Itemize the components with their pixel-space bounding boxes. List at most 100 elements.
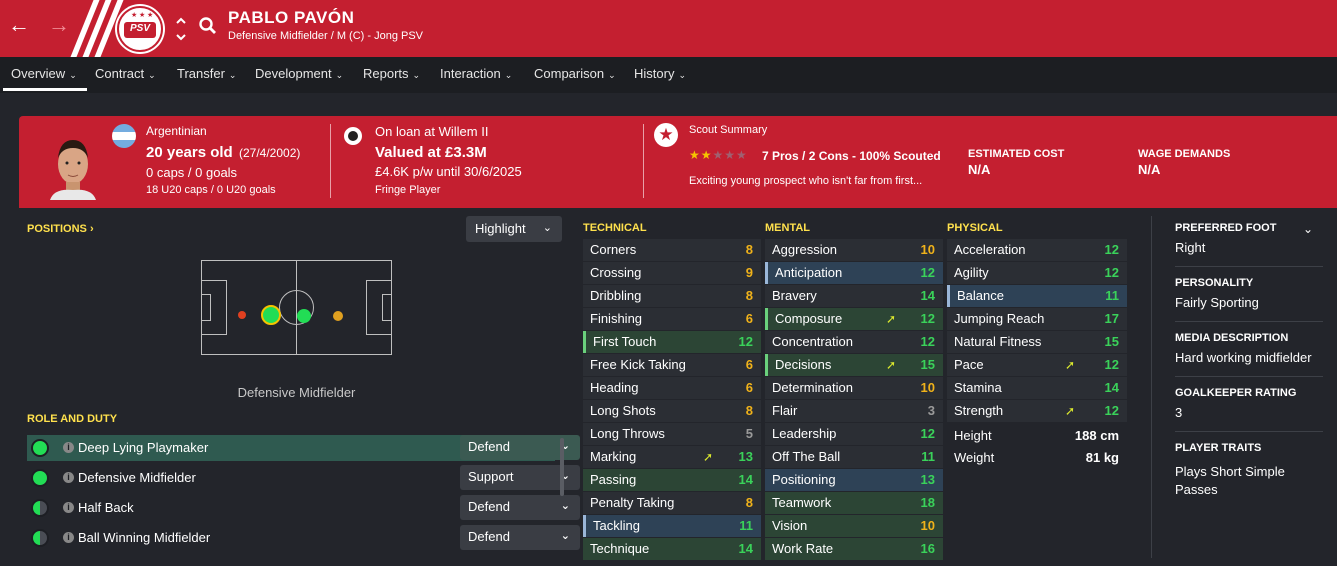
attribute-row[interactable]: Agility 12: [947, 262, 1127, 284]
player-switch-icon[interactable]: [174, 15, 188, 43]
role-row[interactable]: i Defensive Midfielder Support ⌄: [27, 465, 580, 491]
attribute-row-highlighted[interactable]: Composure ➚ 12: [765, 308, 943, 330]
role-name: Ball Winning Midfielder: [78, 530, 211, 545]
tab-comparison[interactable]: Comparison ⌄: [534, 66, 616, 81]
tab-overview[interactable]: Overview ⌄: [11, 66, 77, 81]
attribute-name: Penalty Taking: [590, 495, 675, 510]
tab-interaction[interactable]: Interaction ⌄: [440, 66, 512, 81]
attribute-row[interactable]: Stamina 14: [947, 377, 1127, 399]
attribute-row-highlighted[interactable]: Passing 14: [583, 469, 761, 491]
goal-area: [382, 294, 392, 321]
attribute-row[interactable]: Off The Ball 11: [765, 446, 943, 468]
attribute-name: Free Kick Taking: [590, 357, 686, 372]
attribute-value: 14: [920, 288, 935, 303]
forward-arrow-icon[interactable]: →: [48, 12, 70, 38]
attribute-row[interactable]: Jumping Reach 17: [947, 308, 1127, 330]
attribute-row-highlighted[interactable]: Work Rate 16: [765, 538, 943, 560]
info-icon[interactable]: i: [63, 502, 74, 513]
attribute-row[interactable]: Long Shots 8: [583, 400, 761, 422]
highlight-dropdown[interactable]: Highlight ⌄: [466, 216, 562, 242]
duty-dropdown[interactable]: Defend ⌄: [460, 495, 580, 520]
back-arrow-icon[interactable]: ←: [8, 12, 30, 38]
attribute-value: 10: [920, 518, 935, 533]
attribute-row-highlighted[interactable]: Balance 11: [947, 285, 1127, 307]
goalkeeper-rating-label: GOALKEEPER RATING: [1175, 387, 1297, 399]
tab-transfer[interactable]: Transfer ⌄: [177, 66, 236, 81]
duty-dropdown[interactable]: Defend ⌄: [460, 525, 580, 550]
attribute-row[interactable]: Corners 8: [583, 239, 761, 261]
role-row[interactable]: i Ball Winning Midfielder Defend ⌄: [27, 525, 580, 551]
attribute-name: Pace: [954, 357, 984, 372]
club-badge[interactable]: ★ ★ ★ PSV: [117, 6, 163, 52]
preferred-foot-value: Right: [1175, 240, 1206, 255]
attribute-name: Bravery: [772, 288, 817, 303]
attribute-name: Passing: [590, 472, 637, 487]
club-logo-icon: [341, 124, 365, 148]
attribute-row[interactable]: Acceleration 12: [947, 239, 1127, 261]
attribute-row-highlighted[interactable]: Vision 10: [765, 515, 943, 537]
attribute-value: 8: [745, 242, 753, 257]
attribute-row[interactable]: Leadership 12: [765, 423, 943, 445]
duty-label: Defend: [468, 529, 510, 544]
search-icon[interactable]: [198, 16, 218, 36]
wage-demands-value: N/A: [1138, 162, 1161, 177]
attribute-row[interactable]: Natural Fitness 15: [947, 331, 1127, 353]
attribute-row[interactable]: Free Kick Taking 6: [583, 354, 761, 376]
tab-reports[interactable]: Reports ⌄: [363, 66, 420, 81]
attribute-row-highlighted[interactable]: Anticipation 12: [765, 262, 943, 284]
player-overview-screen: ← → ★ ★ ★ PSV PABLO PAVÓN Defensive Midfie…: [0, 0, 1337, 566]
tab-history[interactable]: History ⌄: [634, 66, 686, 81]
attribute-row-highlighted[interactable]: First Touch 12: [583, 331, 761, 353]
chevron-down-icon[interactable]: ⌄: [1303, 222, 1313, 236]
position-caption: Defensive Midfielder: [237, 385, 356, 400]
player-name: PABLO PAVÓN: [228, 8, 355, 27]
attribute-row[interactable]: Bravery 14: [765, 285, 943, 307]
chevron-down-icon: ⌄: [608, 70, 616, 80]
role-row-selected[interactable]: i Deep Lying Playmaker Defend ⌄: [27, 435, 580, 461]
attribute-row[interactable]: Determination 10: [765, 377, 943, 399]
roles-scrollbar[interactable]: [560, 438, 564, 496]
attribute-value: 14: [738, 541, 753, 556]
attribute-row-highlighted[interactable]: Decisions ➚ 15: [765, 354, 943, 376]
attribute-name: Crossing: [590, 265, 642, 280]
preferred-foot-label: PREFERRED FOOT: [1175, 222, 1277, 234]
loan-status[interactable]: On loan at Willem II: [375, 124, 488, 139]
attribute-row[interactable]: Pace ➚ 12: [947, 354, 1127, 376]
attribute-row[interactable]: Heading 6: [583, 377, 761, 399]
attribute-row[interactable]: Strength ➚ 12: [947, 400, 1127, 422]
attribute-name: Dribbling: [590, 288, 642, 303]
info-icon[interactable]: i: [63, 472, 74, 483]
info-icon[interactable]: i: [63, 442, 74, 453]
chevron-down-icon: ⌄: [69, 70, 77, 80]
attribute-row-highlighted[interactable]: Tackling 11: [583, 515, 761, 537]
attribute-row[interactable]: Dribbling 8: [583, 285, 761, 307]
tab-contract[interactable]: Contract ⌄: [95, 66, 156, 81]
attribute-row-highlighted[interactable]: Technique 14: [583, 538, 761, 560]
attribute-name: Decisions: [775, 357, 832, 372]
player-trait[interactable]: Plays Short Simple Passes: [1175, 463, 1305, 499]
attribute-row[interactable]: Flair 3: [765, 400, 943, 422]
attribute-row[interactable]: Marking ➚ 13: [583, 446, 761, 468]
caps: 0 caps / 0 goals: [146, 165, 238, 180]
attribute-value: 17: [1104, 311, 1119, 326]
attribute-value: 12: [738, 334, 753, 349]
star-icon: ★: [147, 12, 154, 19]
role-name: Deep Lying Playmaker: [78, 440, 209, 455]
role-row[interactable]: i Half Back Defend ⌄: [27, 495, 580, 521]
attribute-row-highlighted[interactable]: Teamwork 18: [765, 492, 943, 514]
info-icon[interactable]: i: [63, 532, 74, 543]
attribute-name: Marking: [590, 449, 637, 464]
player-face-avatar[interactable]: [48, 130, 98, 200]
attribute-row-highlighted[interactable]: Positioning 13: [765, 469, 943, 491]
attribute-row[interactable]: Penalty Taking 8: [583, 492, 761, 514]
attribute-row[interactable]: Aggression 10: [765, 239, 943, 261]
attribute-row[interactable]: Finishing 6: [583, 308, 761, 330]
attribute-value: 9: [745, 265, 753, 280]
tab-development[interactable]: Development ⌄: [255, 66, 343, 81]
attribute-row[interactable]: Concentration 12: [765, 331, 943, 353]
attribute-row[interactable]: Long Throws 5: [583, 423, 761, 445]
tab-label: Overview: [11, 66, 66, 81]
positions-title[interactable]: POSITIONS ›: [27, 223, 94, 235]
mental-title: MENTAL: [765, 222, 811, 234]
attribute-row[interactable]: Crossing 9: [583, 262, 761, 284]
